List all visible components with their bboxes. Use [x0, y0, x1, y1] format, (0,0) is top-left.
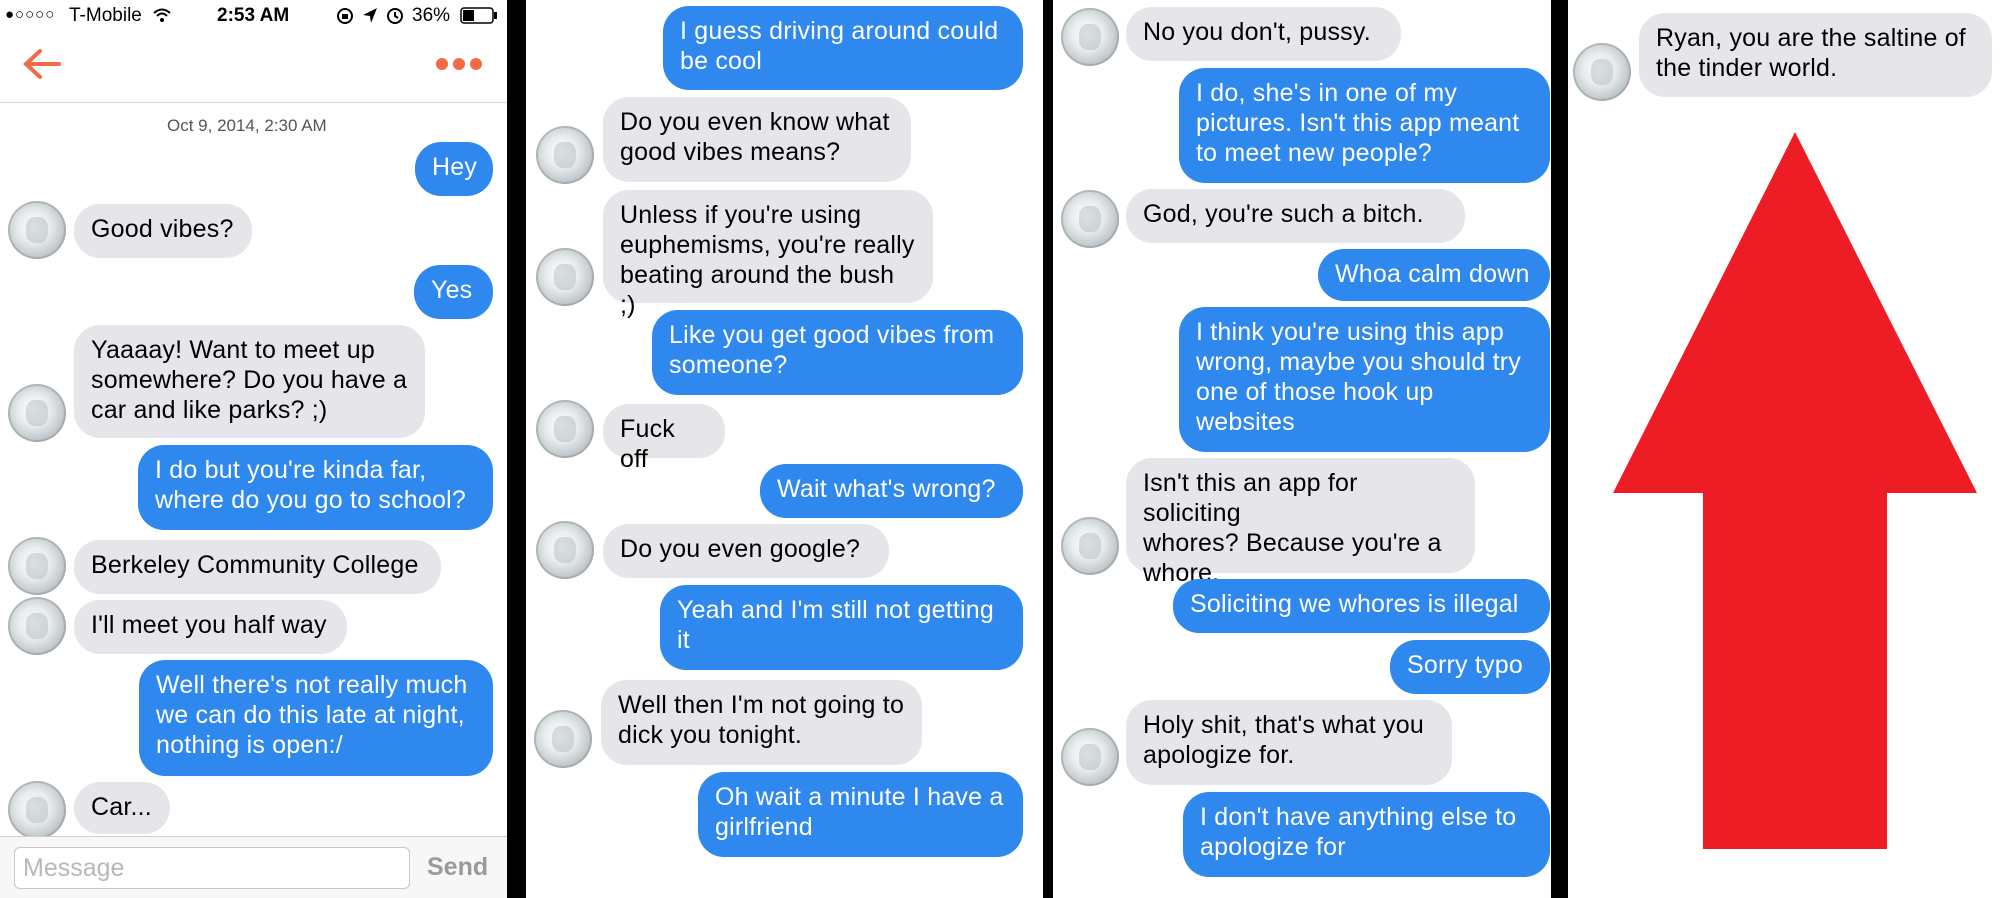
clock-time: 2:53 AM	[217, 5, 290, 26]
outgoing-message: Well there's not really much we can do t…	[139, 660, 493, 776]
outgoing-message: I guess driving around could be cool	[663, 6, 1023, 90]
back-arrow-icon[interactable]	[22, 48, 62, 80]
arrow-shaft	[1703, 492, 1887, 849]
nav-divider	[0, 102, 507, 103]
incoming-message: Yaaaay! Want to meet up somewhere? Do yo…	[74, 325, 425, 438]
match-avatar[interactable]	[1573, 43, 1631, 101]
incoming-message: No you don't, pussy.	[1126, 7, 1401, 61]
battery-percent: 36%	[412, 5, 451, 26]
match-avatar[interactable]	[536, 400, 594, 458]
match-avatar[interactable]	[8, 537, 66, 595]
wifi-icon	[153, 8, 171, 22]
outgoing-message: Yes	[414, 265, 493, 319]
match-avatar[interactable]	[1061, 8, 1119, 66]
incoming-message: Good vibes?	[74, 204, 252, 258]
outgoing-message: Hey	[415, 142, 493, 196]
incoming-message: Car...	[74, 782, 170, 834]
outgoing-message: Like you get good vibes from someone?	[652, 310, 1023, 395]
incoming-message: Holy shit, that's what you apologize for…	[1126, 700, 1452, 785]
incoming-message: Do you even know what good vibes means?	[603, 97, 911, 182]
match-avatar[interactable]	[1061, 728, 1119, 786]
outgoing-message: Wait what's wrong?	[760, 464, 1023, 518]
outgoing-message: I do but you're kinda far, where do you …	[138, 445, 493, 530]
outgoing-message: Whoa calm down	[1318, 249, 1550, 301]
battery-icon	[460, 7, 497, 24]
outgoing-message: I don't have anything else to apologize …	[1183, 792, 1550, 877]
outgoing-message: I think you're using this app wrong, may…	[1179, 307, 1550, 452]
alarm-icon	[387, 8, 403, 24]
conversation-timestamp: Oct 9, 2014, 2:30 AM	[167, 116, 327, 135]
match-avatar[interactable]	[536, 521, 594, 579]
outgoing-message: Soliciting we whores is illegal	[1173, 579, 1550, 633]
send-button[interactable]: Send	[427, 853, 488, 882]
chat-panel-3: No you don't, pussy. I do, she's in one …	[1053, 0, 1551, 898]
incoming-message: God, you're such a bitch.	[1126, 189, 1465, 243]
incoming-message: Do you even google?	[603, 524, 889, 578]
chat-panel-4: Ryan, you are the saltine of the tinder …	[1568, 0, 2000, 898]
match-avatar[interactable]	[534, 710, 592, 768]
chat-panel-2: I guess driving around could be cool Do …	[526, 0, 1043, 898]
chat-panel-1: ●○○○○ T-Mobile 2:53 AM 36% Oct 9, 2014, …	[0, 0, 507, 898]
match-avatar[interactable]	[8, 384, 66, 442]
signal-strength: ●○○○○	[5, 6, 56, 23]
match-avatar[interactable]	[8, 781, 66, 839]
match-avatar[interactable]	[1061, 517, 1119, 575]
incoming-message: Unless if you're using euphemisms, you'r…	[603, 190, 933, 319]
match-avatar[interactable]	[536, 126, 594, 184]
match-avatar[interactable]	[1061, 190, 1119, 248]
outgoing-message: Oh wait a minute I have a girlfriend	[698, 772, 1023, 857]
incoming-message: I'll meet you half way	[74, 600, 347, 654]
incoming-message: Ryan, you are the saltine of the tinder …	[1639, 13, 1992, 97]
more-dots-icon[interactable]	[435, 57, 483, 71]
message-input[interactable]	[14, 847, 410, 889]
carrier-name: T-Mobile	[69, 5, 142, 26]
match-avatar[interactable]	[8, 597, 66, 655]
location-arrow-icon	[363, 8, 377, 23]
incoming-message: Fuck off	[603, 404, 725, 473]
rotation-lock-icon	[337, 8, 353, 24]
incoming-message: Berkeley Community College	[74, 540, 441, 594]
outgoing-message: Sorry typo	[1390, 640, 1550, 694]
incoming-message: Well then I'm not going to dick you toni…	[601, 680, 922, 765]
outgoing-message: Yeah and I'm still not getting it	[660, 585, 1023, 670]
incoming-message: Isn't this an app for soliciting whores?…	[1126, 458, 1475, 587]
match-avatar[interactable]	[536, 248, 594, 306]
message-composer: Send	[0, 836, 507, 898]
match-avatar[interactable]	[8, 201, 66, 259]
arrow-head	[1613, 132, 1977, 493]
outgoing-message: I do, she's in one of my pictures. Isn't…	[1179, 68, 1550, 183]
